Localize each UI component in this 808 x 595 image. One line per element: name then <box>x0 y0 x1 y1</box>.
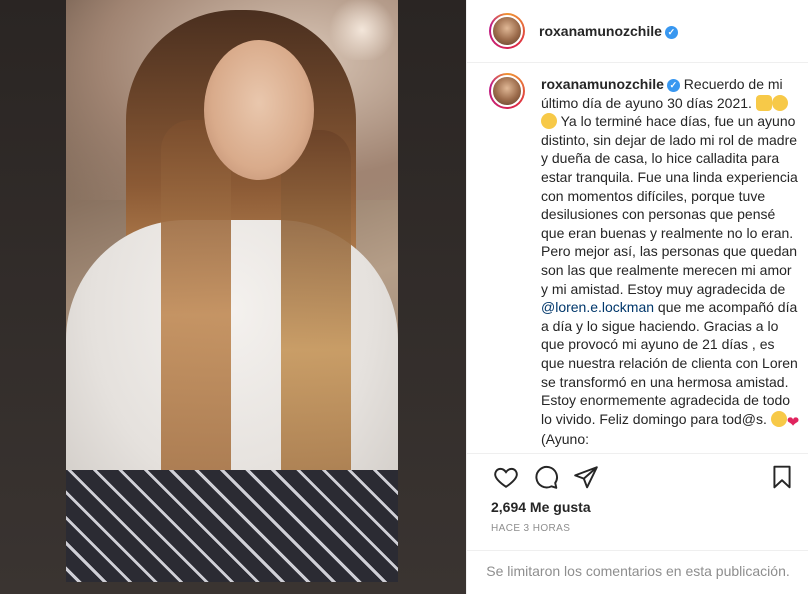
verified-icon: ✓ <box>664 25 678 39</box>
post-side-panel: roxanamunozchile ✓ roxanamunozchile ✓ Recu… <box>466 0 808 594</box>
likes-count[interactable]: 2,694 Me gusta <box>491 499 591 515</box>
post-header: roxanamunozchile ✓ <box>467 0 808 63</box>
bookmark-icon[interactable] <box>769 464 795 490</box>
angel-emoji-icon <box>771 94 788 111</box>
caption-avatar[interactable] <box>489 73 525 109</box>
verified-icon: ✓ <box>666 78 680 92</box>
post-photo[interactable] <box>66 0 398 582</box>
comment-icon[interactable] <box>533 464 559 490</box>
avatar[interactable] <box>489 13 525 49</box>
heart-icon[interactable] <box>493 464 519 490</box>
smile-emoji-icon <box>541 113 557 130</box>
post-timestamp[interactable]: HACE 3 HORAS <box>491 523 570 534</box>
caption-text: roxanamunozchile ✓ Recuerdo de mi último … <box>541 76 800 447</box>
pray-emoji-icon <box>755 94 772 111</box>
comments-limited-notice: Se limitaron los comentarios en esta pub… <box>467 550 808 579</box>
post-media <box>0 0 466 594</box>
caption-username[interactable]: roxanamunozchile <box>541 76 664 92</box>
heart-emoji-icon: ❤ <box>786 413 800 431</box>
smile-emoji-icon <box>770 410 787 427</box>
post-actions: 2,694 Me gusta HACE 3 HORAS Se limitaron… <box>467 453 808 595</box>
share-icon[interactable] <box>573 464 599 490</box>
header-username[interactable]: roxanamunozchile ✓ <box>539 23 678 39</box>
caption-comment: roxanamunozchile ✓ Recuerdo de mi último … <box>467 63 808 453</box>
mention-link[interactable]: @loren.e.lockman <box>541 299 654 315</box>
